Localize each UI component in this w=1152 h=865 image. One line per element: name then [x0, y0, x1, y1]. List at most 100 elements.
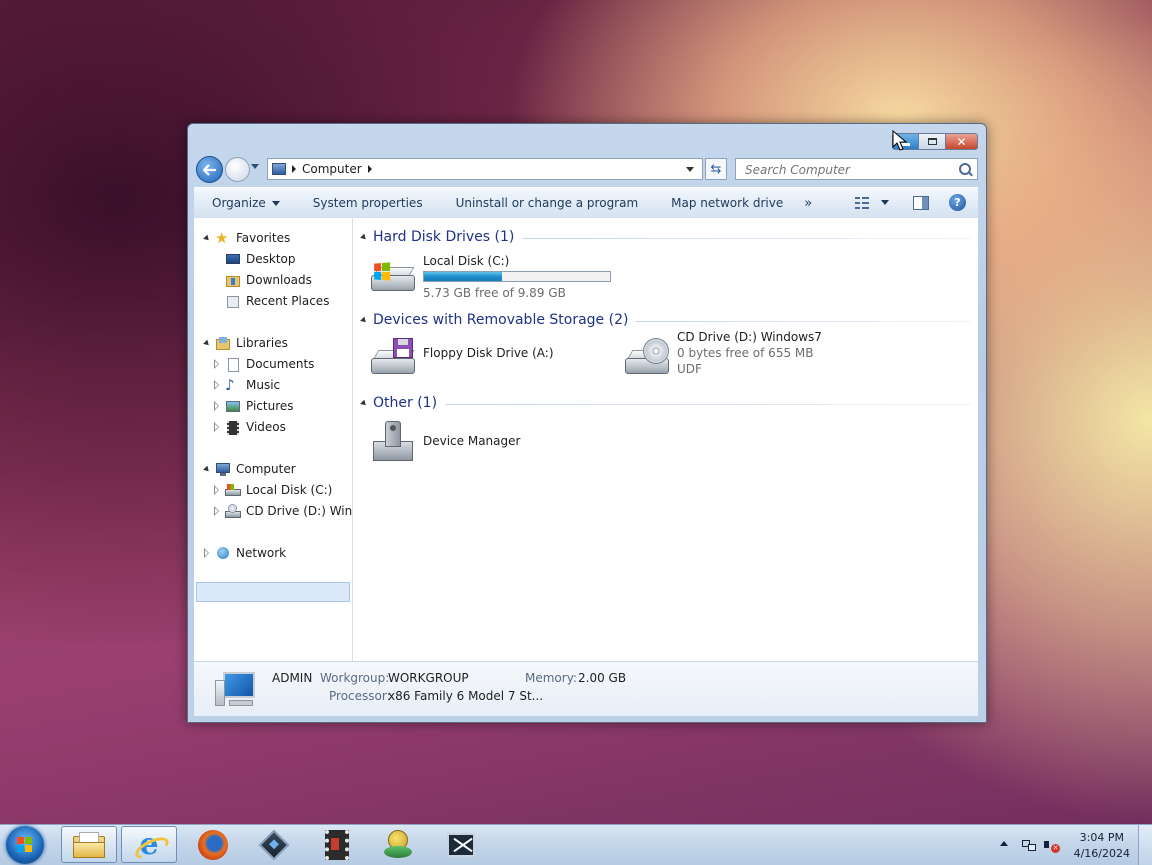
drive-local-disk-c[interactable]: Local Disk (C:) 5.73 GB free of 9.89 GB [369, 253, 611, 301]
hard-drive-icon [225, 483, 241, 498]
videos-icon [225, 420, 241, 435]
maximize-icon [927, 138, 937, 145]
tree-desktop-label: Desktop [246, 252, 296, 266]
search-input[interactable] [743, 160, 957, 180]
workgroup-value: WORKGROUP [388, 671, 469, 685]
diamond-app-icon [258, 828, 290, 861]
device-manager-item[interactable]: Device Manager [369, 419, 520, 465]
tree-favorites[interactable]: ★ Favorites [202, 228, 290, 248]
close-button[interactable]: ✕ [946, 133, 978, 150]
volume-muted-icon[interactable]: ✕ [1044, 837, 1060, 853]
drive-floppy-a[interactable]: Floppy Disk Drive (A:) [369, 336, 554, 382]
collapse-toggle-icon[interactable] [212, 401, 221, 411]
taskbar: e ✕ 3:04 PM 4/16/2024 [0, 824, 1152, 865]
computer-icon [213, 670, 257, 710]
refresh-button[interactable]: ⇆ [705, 158, 727, 180]
refresh-icon: ⇆ [710, 161, 722, 177]
group-collapse-icon[interactable] [360, 399, 368, 407]
help-icon[interactable]: ? [949, 194, 966, 211]
clock-time: 3:04 PM [1079, 831, 1124, 844]
tree-music-label: Music [246, 378, 281, 392]
collapse-toggle-icon[interactable] [212, 359, 221, 369]
tree-computer-label: Computer [236, 462, 296, 476]
tree-videos[interactable]: Videos [212, 417, 286, 437]
drive-cd-d[interactable]: CD Drive (D:) Windows7 0 bytes free of 6… [623, 330, 822, 382]
taskbar-messenger[interactable] [370, 826, 426, 863]
forward-button[interactable] [225, 157, 250, 182]
taskbar-explorer[interactable] [61, 826, 117, 863]
more-commands-button[interactable]: » [798, 196, 820, 211]
drive-name: Floppy Disk Drive (A:) [423, 346, 554, 360]
back-button[interactable] [196, 156, 223, 183]
collapse-toggle-icon[interactable] [212, 485, 221, 495]
tree-cd-drive[interactable]: CD Drive (D:) Windo [212, 501, 353, 521]
change-view-icon[interactable] [855, 196, 871, 210]
tree-videos-label: Videos [246, 420, 286, 434]
start-button[interactable] [6, 826, 44, 864]
tree-recent-places[interactable]: Recent Places [225, 291, 329, 311]
group-hard-disk-drives[interactable]: Hard Disk Drives (1) [360, 226, 971, 248]
film-strip-icon [325, 829, 349, 860]
organize-button[interactable]: Organize [194, 196, 295, 210]
group-removable-storage[interactable]: Devices with Removable Storage (2) [360, 309, 971, 331]
folder-icon [73, 831, 105, 858]
tree-music[interactable]: ♪ Music [212, 375, 280, 395]
address-dropdown-icon[interactable] [686, 167, 694, 172]
documents-icon [225, 357, 241, 372]
messenger-icon [384, 829, 412, 860]
taskbar-terminal[interactable] [433, 826, 489, 863]
address-bar[interactable]: Computer [267, 158, 703, 180]
clock[interactable]: 3:04 PM 4/16/2024 [1074, 830, 1130, 862]
network-status-icon[interactable] [1022, 838, 1036, 852]
breadcrumb-arrow-icon[interactable] [292, 165, 296, 173]
tree-network[interactable]: Network [202, 543, 286, 563]
search-icon[interactable] [959, 163, 971, 175]
internet-explorer-icon: e [132, 829, 173, 863]
maximize-button[interactable] [919, 133, 946, 150]
tree-pictures[interactable]: Pictures [212, 396, 294, 416]
expand-toggle-icon[interactable] [202, 234, 211, 243]
uninstall-program-button[interactable]: Uninstall or change a program [438, 196, 654, 210]
search-box[interactable] [735, 158, 978, 180]
tree-libraries[interactable]: Libraries [202, 333, 288, 353]
breadcrumb-computer[interactable]: Computer [302, 162, 362, 176]
expand-toggle-icon[interactable] [202, 465, 211, 474]
group-other[interactable]: Other (1) [360, 392, 971, 414]
tree-cd-drive-label: CD Drive (D:) Windo [246, 504, 353, 518]
computer-name: ADMIN [272, 671, 313, 685]
organize-label: Organize [212, 196, 266, 210]
floppy-drive-icon [369, 336, 417, 382]
taskbar-firefox[interactable] [185, 826, 241, 863]
firefox-icon [198, 829, 228, 860]
tree-local-disk[interactable]: Local Disk (C:) [212, 480, 332, 500]
pictures-icon [225, 399, 241, 414]
taskbar-app-diamond[interactable] [246, 826, 302, 863]
windows-logo-icon [17, 837, 33, 853]
network-icon [215, 546, 231, 561]
view-options-dropdown-icon[interactable] [881, 200, 889, 205]
disk-usage-bar [423, 271, 611, 282]
map-network-drive-button[interactable]: Map network drive [653, 196, 798, 210]
group-collapse-icon[interactable] [360, 233, 368, 241]
navigation-pane: ★ Favorites Desktop Downloads Recent Pla… [194, 218, 353, 661]
group-collapse-icon[interactable] [360, 316, 368, 324]
breadcrumb-arrow-icon[interactable] [367, 165, 372, 173]
explorer-window: ✕ Computer ⇆ Organize Syste [187, 123, 987, 723]
collapse-toggle-icon[interactable] [212, 422, 221, 432]
memory-value: 2.00 GB [578, 671, 627, 685]
taskbar-video-app[interactable] [309, 826, 365, 863]
collapse-toggle-icon[interactable] [202, 548, 211, 558]
collapse-toggle-icon[interactable] [212, 506, 221, 516]
show-hidden-icons-button[interactable] [1000, 841, 1008, 846]
tree-desktop[interactable]: Desktop [225, 249, 296, 269]
system-properties-button[interactable]: System properties [295, 196, 438, 210]
preview-pane-icon[interactable] [913, 195, 929, 210]
tree-computer[interactable]: Computer [202, 459, 296, 479]
tree-downloads[interactable]: Downloads [225, 270, 312, 290]
collapse-toggle-icon[interactable] [212, 380, 221, 390]
expand-toggle-icon[interactable] [202, 339, 211, 348]
show-desktop-button[interactable] [1138, 825, 1152, 865]
taskbar-internet-explorer[interactable]: e [121, 826, 177, 863]
recent-pages-dropdown[interactable] [251, 164, 259, 169]
tree-documents[interactable]: Documents [212, 354, 314, 374]
